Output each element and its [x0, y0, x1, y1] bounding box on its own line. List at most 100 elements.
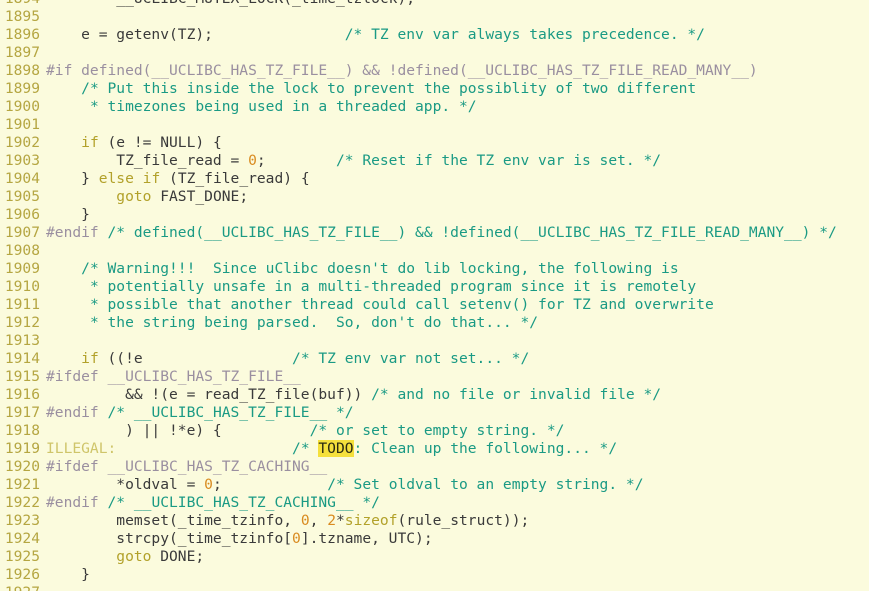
code-token: ((!e [98, 350, 293, 367]
line-number: 1917 [4, 404, 40, 421]
code-line: 1914 if ((!e /* TZ env var not set... */ [0, 350, 869, 368]
code-line: 1919 ILLEGAL: /* TODO: Clean up the follo… [0, 440, 869, 458]
code-line: 1927 [0, 584, 869, 591]
code-text: * the string being parsed. So, don't do … [46, 314, 538, 331]
code-token: * possible that another thread could cal… [89, 296, 714, 313]
code-token: , [309, 512, 328, 529]
code-line: 1902 if (e != NULL) { [0, 134, 869, 152]
code-token: (e != NULL) { [98, 134, 222, 151]
code-line: 1905 goto FAST_DONE; [0, 188, 869, 206]
code-line: 1909 /* Warning!!! Since uClibc doesn't … [0, 260, 869, 278]
code-text: *oldval = 0; /* Set oldval to an empty s… [46, 476, 644, 493]
line-number: 1905 [4, 188, 40, 205]
code-text: #endif /* defined(__UCLIBC_HAS_TZ_FILE__… [46, 224, 837, 241]
code-token: /* TZ env var not set... */ [292, 350, 530, 367]
code-text: TZ_file_read = 0; /* Reset if the TZ env… [46, 152, 661, 169]
code-token: /* Warning!!! Since uClibc doesn't do li… [81, 260, 679, 277]
code-token: 2 [327, 512, 336, 529]
line-number: 1912 [4, 314, 40, 331]
code-text: * potentially unsafe in a multi-threaded… [46, 278, 696, 295]
code-token: if [81, 350, 99, 367]
code-token: 0 [300, 512, 310, 529]
code-token: ILLEGAL: [46, 440, 117, 457]
code-text: e = getenv(TZ); /* TZ env var always tak… [46, 26, 705, 43]
code-token: /* __UCLIBC_HAS_TZ_CACHING__ */ [107, 494, 380, 511]
code-line: 1916 && !(e = read_TZ_file(buf)) /* and … [0, 386, 869, 404]
code-token: strcpy(_time_tzinfo[ [46, 530, 293, 547]
code-token: #ifdef __UCLIBC_HAS_TZ_CACHING__ [46, 458, 328, 475]
code-token: else [98, 170, 134, 187]
line-number: 1895 [4, 8, 40, 25]
code-line: 1915 #ifdef __UCLIBC_HAS_TZ_FILE__ [0, 368, 869, 386]
code-text: goto FAST_DONE; [46, 188, 248, 205]
line-number: 1902 [4, 134, 40, 151]
code-token: 0 [204, 476, 213, 493]
code-line: 1918 ) || !*e) { /* or set to empty stri… [0, 422, 869, 440]
code-token: ) || !*e) { [46, 422, 310, 439]
line-number: 1916 [4, 386, 40, 403]
code-token: /* and no file or invalid file */ [371, 386, 662, 403]
line-number: 1904 [4, 170, 40, 187]
code-line: 1926 } [0, 566, 869, 584]
line-number: 1913 [4, 332, 40, 349]
code-token: (TZ_file_read) { [160, 170, 310, 187]
code-text: * possible that another thread could cal… [46, 296, 714, 313]
code-line: 1912 * the string being parsed. So, don'… [0, 314, 869, 332]
line-number: 1894 [0, 0, 40, 8]
code-token: if [81, 134, 99, 151]
code-token: } [46, 170, 99, 187]
code-token: /* TZ env var always takes precedence. *… [344, 26, 705, 43]
code-token: #if defined(__UCLIBC_HAS_TZ_FILE__) && !… [46, 62, 758, 79]
code-token: * potentially unsafe in a multi-threaded… [89, 278, 697, 295]
code-token: e = getenv(TZ); [46, 26, 345, 43]
code-text: /* Warning!!! Since uClibc doesn't do li… [46, 260, 679, 277]
line-number: 1915 [4, 368, 40, 385]
code-token: ; [256, 152, 336, 169]
code-text: if ((!e /* TZ env var not set... */ [46, 350, 529, 367]
code-line: 1922 #endif /* __UCLIBC_HAS_TZ_CACHING__ … [0, 494, 869, 512]
line-number: 1926 [4, 566, 40, 583]
source-code-viewer[interactable]: 1894 __UCLIBC_MUTEX_LOCK(_time_tzlock);1… [0, 0, 869, 591]
code-line: 1899 /* Put this inside the lock to prev… [0, 80, 869, 98]
code-token: /* Set oldval to an empty string. */ [327, 476, 644, 493]
code-token: /* or set to empty string. */ [309, 422, 565, 439]
code-line: 1906 } [0, 206, 869, 224]
code-token: goto [116, 188, 152, 205]
code-text: /* Put this inside the lock to prevent t… [46, 80, 696, 97]
code-line: 1910 * potentially unsafe in a multi-thr… [0, 278, 869, 296]
code-line: 1923 memset(_time_tzinfo, 0, 2*sizeof(ru… [0, 512, 869, 530]
code-text: #ifdef __UCLIBC_HAS_TZ_FILE__ [46, 368, 301, 385]
code-token: * [335, 512, 345, 529]
line-number: 1927 [0, 584, 40, 591]
code-token: 0 [292, 530, 301, 547]
code-text: ILLEGAL: /* TODO: Clean up the following… [46, 440, 617, 457]
line-number: 1907 [4, 224, 40, 241]
code-token: #endif [46, 404, 108, 421]
code-token: * the string being parsed. So, don't do … [89, 314, 539, 331]
code-text: memset(_time_tzinfo, 0, 2*sizeof(rule_st… [46, 512, 529, 529]
code-token: /* __UCLIBC_HAS_TZ_FILE__ */ [107, 404, 354, 421]
line-number: 1923 [4, 512, 40, 529]
code-line: 1903 TZ_file_read = 0; /* Reset if the T… [0, 152, 869, 170]
code-token: __UCLIBC_MUTEX_LOCK(_time_tzlock); [46, 0, 415, 7]
code-token: sizeof [344, 512, 398, 529]
line-number: 1898 [4, 62, 40, 79]
line-number: 1922 [4, 494, 40, 511]
todo-highlight: TODO [318, 440, 354, 457]
line-number: 1918 [4, 422, 40, 439]
code-line: 1898 #if defined(__UCLIBC_HAS_TZ_FILE__) … [0, 62, 869, 80]
code-token: } [46, 206, 90, 223]
line-number: 1909 [4, 260, 40, 277]
code-text: #if defined(__UCLIBC_HAS_TZ_FILE__) && !… [46, 62, 758, 79]
line-number: 1903 [4, 152, 40, 169]
line-number: 1914 [4, 350, 40, 367]
code-token: DONE; [151, 548, 205, 565]
code-line: 1894 __UCLIBC_MUTEX_LOCK(_time_tzlock); [0, 0, 869, 8]
code-token: /* Put this inside the lock to prevent t… [81, 80, 697, 97]
code-text: #endif /* __UCLIBC_HAS_TZ_FILE__ */ [46, 404, 354, 421]
code-text: && !(e = read_TZ_file(buf)) /* and no fi… [46, 386, 661, 403]
